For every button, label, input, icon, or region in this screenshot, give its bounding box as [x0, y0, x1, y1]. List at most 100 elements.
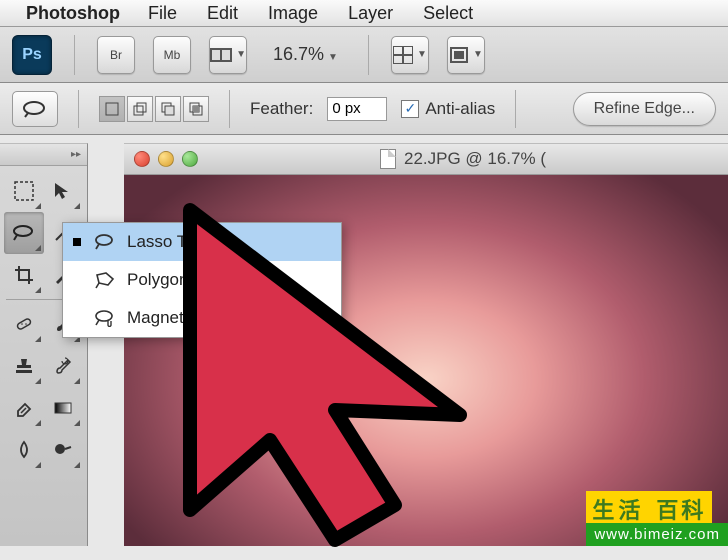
- current-tool-preset[interactable]: [12, 91, 58, 127]
- lasso-tool[interactable]: [4, 212, 44, 254]
- zoom-value: 16.7%: [273, 44, 324, 64]
- chevron-down-icon: ▼: [328, 52, 338, 63]
- bandage-icon: [13, 313, 35, 335]
- collapse-icon: ▸▸: [71, 149, 81, 160]
- feather-input[interactable]: [327, 97, 387, 121]
- crop-icon: [13, 264, 35, 286]
- close-window-button[interactable]: [134, 151, 150, 167]
- history-brush-icon: [52, 355, 74, 377]
- flyout-indicator-icon: [35, 336, 41, 342]
- anti-alias-label: Anti-alias: [425, 99, 495, 119]
- tools-panel-header[interactable]: ▸▸: [0, 144, 87, 166]
- move-tool[interactable]: [44, 170, 84, 212]
- chevron-down-icon: ▼: [236, 49, 246, 60]
- flyout-indicator-icon: [35, 245, 41, 251]
- crop-tool[interactable]: [4, 254, 44, 296]
- lasso-icon: [22, 99, 48, 119]
- eraser-tool[interactable]: [4, 387, 44, 429]
- selected-indicator-icon: [73, 238, 81, 246]
- mini-bridge-label: Mb: [164, 48, 181, 62]
- watermark-text-cn: 生活: [586, 491, 650, 523]
- polygonal-lasso-icon: [93, 271, 117, 289]
- move-icon: [52, 180, 74, 202]
- mini-bridge-button[interactable]: Mb: [153, 36, 191, 74]
- selection-mode-group: [99, 96, 209, 122]
- selection-new-button[interactable]: [99, 96, 125, 122]
- watermark: 生活 百科 www.bimeiz.com: [586, 491, 728, 546]
- flyout-indicator-icon: [74, 462, 80, 468]
- chevron-down-icon: ▼: [473, 49, 483, 60]
- watermark-top: 生活 百科: [586, 491, 728, 523]
- selection-intersect-button[interactable]: [183, 96, 209, 122]
- flyout-indicator-icon: [74, 420, 80, 426]
- arrange-documents-button[interactable]: ▼: [391, 36, 429, 74]
- toolbar-divider: [368, 35, 369, 75]
- photoshop-badge-icon[interactable]: Ps: [12, 35, 52, 75]
- chevron-down-icon: ▼: [417, 49, 427, 60]
- anti-alias-checkbox[interactable]: ✓ Anti-alias: [401, 99, 495, 119]
- checkbox-icon: ✓: [401, 100, 419, 118]
- flyout-indicator-icon: [35, 420, 41, 426]
- options-divider: [229, 90, 230, 128]
- marquee-tool[interactable]: [4, 170, 44, 212]
- lasso-icon: [93, 233, 117, 251]
- zoom-window-button[interactable]: [182, 151, 198, 167]
- menu-layer[interactable]: Layer: [334, 3, 407, 24]
- menu-image[interactable]: Image: [254, 3, 332, 24]
- selection-add-button[interactable]: [127, 96, 153, 122]
- flyout-indicator-icon: [35, 287, 41, 293]
- gradient-tool[interactable]: [44, 387, 84, 429]
- dodge-tool[interactable]: [44, 429, 84, 471]
- bridge-label: Br: [110, 48, 122, 62]
- blur-tool[interactable]: [4, 429, 44, 471]
- app-menu[interactable]: Photoshop: [26, 3, 120, 24]
- flyout-indicator-icon: [35, 203, 41, 209]
- watermark-text-en: 百科: [650, 491, 712, 523]
- tools-panel: ▸▸: [0, 143, 88, 546]
- marquee-icon: [13, 180, 35, 202]
- flyout-indicator-icon: [35, 378, 41, 384]
- document-title: 22.JPG @ 16.7% (: [380, 149, 546, 169]
- flyout-indicator-icon: [35, 462, 41, 468]
- bridge-button[interactable]: Br: [97, 36, 135, 74]
- rect-int-icon: [189, 102, 203, 116]
- flyout-indicator-icon: [74, 378, 80, 384]
- dodge-icon: [52, 439, 74, 461]
- history-brush-tool[interactable]: [44, 345, 84, 387]
- rect-add-icon: [133, 102, 147, 116]
- file-icon: [380, 149, 396, 169]
- menu-edit[interactable]: Edit: [193, 3, 252, 24]
- rect-icon: [105, 102, 119, 116]
- feather-label: Feather:: [250, 99, 313, 119]
- clone-stamp-tool[interactable]: [4, 345, 44, 387]
- window-controls: [134, 151, 198, 167]
- minimize-window-button[interactable]: [158, 151, 174, 167]
- selection-subtract-button[interactable]: [155, 96, 181, 122]
- grid-icon: [393, 46, 413, 64]
- menu-file[interactable]: File: [134, 3, 191, 24]
- options-divider: [515, 90, 516, 128]
- document-title-text: 22.JPG @ 16.7% (: [404, 149, 546, 169]
- app-toolbar: Ps Br Mb ▼ 16.7% ▼ ▼ ▼: [0, 27, 728, 83]
- blur-icon: [13, 439, 35, 461]
- document-titlebar: 22.JPG @ 16.7% (: [124, 143, 728, 175]
- watermark-url: www.bimeiz.com: [586, 523, 728, 546]
- options-bar: Feather: ✓ Anti-alias Refine Edge...: [0, 83, 728, 135]
- healing-brush-tool[interactable]: [4, 303, 44, 345]
- large-cursor-annotation-icon: [150, 190, 570, 560]
- flyout-indicator-icon: [74, 203, 80, 209]
- screen-icon: [449, 46, 469, 64]
- view-extras-button[interactable]: ▼: [209, 36, 247, 74]
- eraser-icon: [13, 397, 35, 419]
- gradient-icon: [52, 397, 74, 419]
- rect-sub-icon: [161, 102, 175, 116]
- menu-select[interactable]: Select: [409, 3, 487, 24]
- filmstrip-icon: [210, 46, 232, 64]
- options-divider: [78, 90, 79, 128]
- screen-mode-button[interactable]: ▼: [447, 36, 485, 74]
- lasso-icon: [12, 223, 36, 243]
- mac-menubar: Photoshop File Edit Image Layer Select: [0, 0, 728, 27]
- toolbar-divider: [74, 35, 75, 75]
- zoom-level[interactable]: 16.7% ▼: [265, 44, 346, 65]
- refine-edge-button[interactable]: Refine Edge...: [573, 92, 716, 126]
